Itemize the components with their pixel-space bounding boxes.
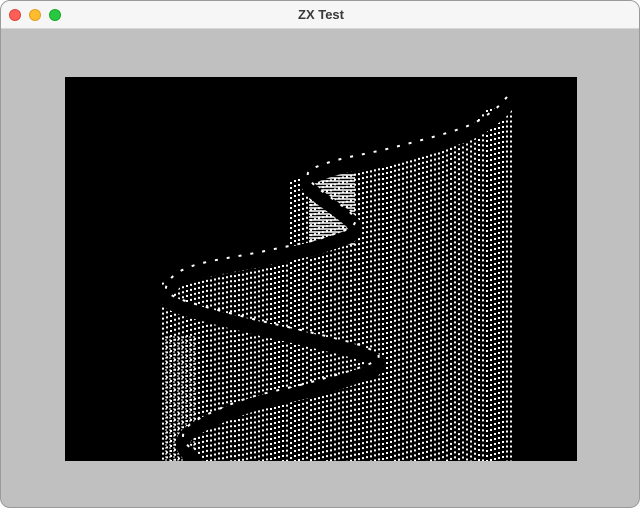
zx-graphics [65, 77, 577, 461]
title-bar[interactable]: ZX Test [1, 1, 639, 29]
emulator-screen[interactable] [65, 77, 577, 461]
window-title: ZX Test [298, 7, 344, 22]
app-window: ZX Test [0, 0, 640, 508]
